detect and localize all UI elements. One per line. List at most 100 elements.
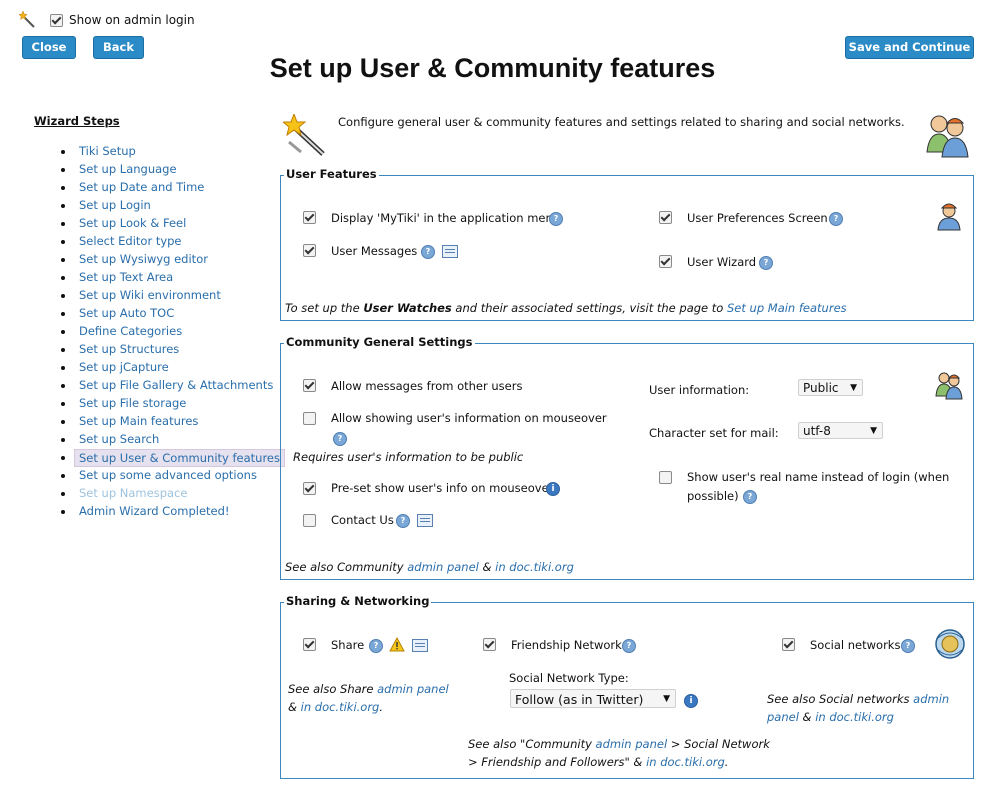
doc-tiki-link[interactable]: in doc.tiki.org [495, 560, 574, 574]
comm-suffix: > Social Network [667, 737, 770, 751]
display-mytiki-label: Display 'MyTiki' in the application menu [331, 211, 561, 225]
share-see-also-line2: & in doc.tiki.org. [288, 700, 383, 714]
social-see-also: See also Social networks admin [767, 692, 949, 706]
sharing-legend: Sharing & Networking [284, 594, 432, 608]
allow-showing-info-checkbox[interactable] [303, 412, 316, 425]
bullet [61, 330, 65, 334]
share-see-also-prefix: See also Share [288, 682, 378, 696]
wizard-step-link[interactable]: Set up Namespace [79, 486, 187, 500]
user-preferences-checkbox[interactable] [659, 211, 672, 224]
wizard-step-link[interactable]: Set up File Gallery & Attachments [79, 378, 273, 392]
help-icon[interactable]: ? [333, 432, 347, 446]
wizard-step-link[interactable]: Set up Wiki environment [79, 288, 221, 302]
help-icon[interactable]: ? [421, 245, 435, 259]
admin-panel-icon[interactable] [412, 639, 428, 652]
share-checkbox[interactable] [303, 638, 316, 651]
user-wizard-checkbox[interactable] [659, 255, 672, 268]
share-see-also: See also Share admin panel [288, 682, 449, 696]
wand-icon [18, 10, 37, 29]
chevron-down-icon: ▼ [870, 426, 877, 436]
wizard-step-link[interactable]: Set up Auto TOC [79, 306, 174, 320]
wizard-step-link[interactable]: Select Editor type [79, 234, 182, 248]
wizard-step-link[interactable]: Set up File storage [79, 396, 186, 410]
doc-tiki-link[interactable]: in doc.tiki.org [301, 700, 380, 714]
wizard-step-link[interactable]: Set up Wysiwyg editor [79, 252, 208, 266]
preset-show-info-checkbox[interactable] [303, 482, 316, 495]
help-icon[interactable]: ? [396, 514, 410, 528]
wizard-step-link[interactable]: Set up User & Community features [74, 449, 285, 467]
wizard-step-link[interactable]: Set up Look & Feel [79, 216, 186, 230]
contact-us-label: Contact Us [331, 513, 394, 527]
help-icon[interactable]: ? [901, 639, 915, 653]
wizard-step-link[interactable]: Set up Main features [79, 414, 198, 428]
period: . [379, 700, 384, 714]
wizard-step-link[interactable]: Tiki Setup [79, 144, 136, 158]
wizard-step-link[interactable]: Set up Date and Time [79, 180, 204, 194]
user-icon [935, 201, 963, 231]
admin-panel-icon[interactable] [442, 245, 458, 258]
period: . [724, 755, 729, 769]
admin-panel-icon[interactable] [417, 514, 433, 527]
show-on-admin-login-checkbox[interactable] [50, 14, 63, 27]
panel-link-tail[interactable]: panel [767, 710, 799, 724]
admin-panel-link[interactable]: admin [913, 692, 949, 706]
wizard-step-link[interactable]: Admin Wizard Completed! [79, 504, 230, 518]
wizard-step-link[interactable]: Set up some advanced options [79, 468, 257, 482]
charset-value: utf-8 [803, 424, 831, 438]
user-messages-label: User Messages [331, 244, 418, 258]
admin-panel-link[interactable]: admin panel [377, 682, 449, 696]
real-name-checkbox[interactable] [659, 471, 672, 484]
bullet [61, 222, 65, 226]
social-network-type-select[interactable]: Follow (as in Twitter) ▼ [510, 689, 676, 708]
doc-tiki-link[interactable]: in doc.tiki.org [815, 710, 894, 724]
set-up-main-features-link[interactable]: Set up Main features [727, 301, 847, 315]
intro-text: Configure general user & community featu… [338, 115, 905, 129]
user-information-select[interactable]: Public ▼ [798, 379, 863, 396]
help-icon[interactable]: ? [759, 256, 773, 270]
community-social-see-also: See also "Community admin panel > Social… [468, 737, 770, 751]
admin-panel-link[interactable]: admin panel [407, 560, 479, 574]
user-watches-note: To set up the User Watches and their ass… [285, 301, 847, 315]
social-networks-label: Social networks [810, 638, 901, 652]
bullet [61, 258, 65, 262]
users-group-icon [934, 370, 964, 400]
charset-select[interactable]: utf-8 ▼ [798, 422, 883, 439]
help-icon[interactable]: ? [829, 212, 843, 226]
info-icon[interactable]: i [684, 694, 698, 708]
doc-tiki-link[interactable]: in doc.tiki.org [646, 755, 725, 769]
wizard-step-link[interactable]: Set up Search [79, 432, 159, 446]
bullet [61, 240, 65, 244]
real-name-label-line1: Show user's real name instead of login (… [687, 470, 950, 484]
allow-showing-info-label: Allow showing user's information on mous… [331, 411, 607, 425]
social-networks-checkbox[interactable] [782, 638, 795, 651]
share-label: Share [331, 638, 365, 652]
wizard-step-link[interactable]: Set up Text Area [79, 270, 173, 284]
user-messages-checkbox[interactable] [303, 244, 316, 257]
wizard-step-link[interactable]: Set up Structures [79, 342, 179, 356]
bullet [61, 204, 65, 208]
help-icon[interactable]: ? [369, 639, 383, 653]
help-icon[interactable]: ? [622, 639, 636, 653]
wizard-step-link[interactable]: Set up Login [79, 198, 151, 212]
amp: & [288, 700, 301, 714]
requires-public-note: Requires user's information to be public [293, 450, 524, 464]
contact-us-checkbox[interactable] [303, 514, 316, 527]
wizard-wand-icon [281, 112, 327, 156]
wizard-step-link[interactable]: Set up jCapture [79, 360, 169, 374]
help-icon[interactable]: ? [549, 212, 563, 226]
help-icon[interactable]: ? [743, 490, 757, 504]
allow-messages-checkbox[interactable] [303, 379, 316, 392]
wizard-step-link[interactable]: Set up Language [79, 162, 177, 176]
social-network-type-label: Social Network Type: [509, 671, 629, 685]
display-mytiki-checkbox[interactable] [303, 211, 316, 224]
bullet [61, 366, 65, 370]
see-also-prefix: See also Community [285, 560, 408, 574]
note-bold: User Watches [363, 301, 452, 315]
friendship-network-checkbox[interactable] [483, 638, 496, 651]
info-icon[interactable]: i [546, 482, 560, 496]
admin-panel-link[interactable]: admin panel [596, 737, 668, 751]
wizard-step-link[interactable]: Define Categories [79, 324, 182, 338]
community-legend: Community General Settings [284, 335, 475, 349]
bullet [61, 474, 65, 478]
user-information-label: User information: [649, 383, 750, 397]
